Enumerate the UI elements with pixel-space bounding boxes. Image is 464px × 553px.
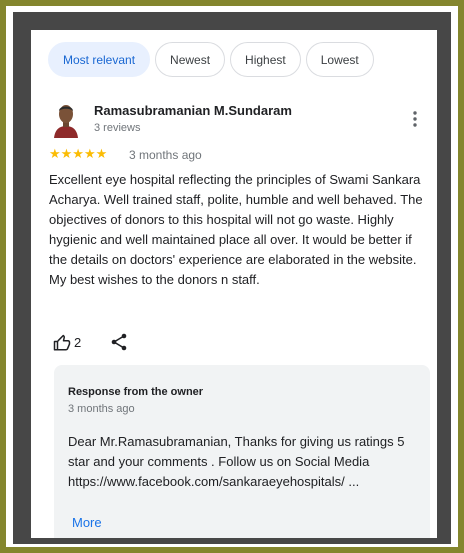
owner-response-date: 3 months ago xyxy=(68,403,135,415)
share-icon[interactable] xyxy=(111,333,127,351)
review-card: Most relevant Newest Highest Lowest Rama… xyxy=(31,30,437,538)
sort-filter-bar: Most relevant Newest Highest Lowest xyxy=(48,42,374,77)
like-count: 2 xyxy=(74,335,82,350)
review-date: 3 months ago xyxy=(129,148,202,162)
filter-lowest[interactable]: Lowest xyxy=(305,42,374,77)
star-rating: ★★★★★ xyxy=(49,146,108,161)
owner-response-title: Response from the owner xyxy=(68,386,204,398)
reviewer-name[interactable]: Ramasubramanian M.Sundaram xyxy=(94,103,292,118)
reviewer-review-count: 3 reviews xyxy=(94,122,141,134)
filter-newest[interactable]: Newest xyxy=(155,42,226,77)
review-text: Excellent eye hospital reflecting the pr… xyxy=(49,172,423,287)
filter-most-relevant[interactable]: Most relevant xyxy=(48,42,151,77)
reviewer-avatar[interactable] xyxy=(52,102,80,138)
more-vert-icon[interactable] xyxy=(412,110,418,128)
thumbs-up-icon[interactable] xyxy=(53,334,71,352)
owner-response-text: Dear Mr.Ramasubramanian, Thanks for givi… xyxy=(68,434,405,489)
filter-highest[interactable]: Highest xyxy=(230,42,301,77)
owner-response: Response from the owner 3 months ago Dea… xyxy=(54,365,430,538)
owner-response-more-link[interactable]: More xyxy=(72,515,102,530)
